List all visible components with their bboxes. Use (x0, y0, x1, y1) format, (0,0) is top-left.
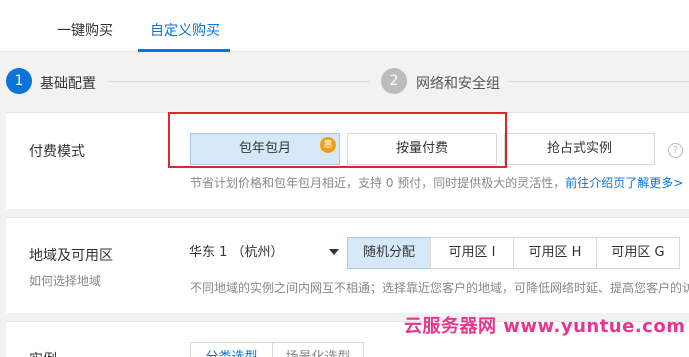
wizard-steps: 1 基础配置 2 网络和安全组 (0, 53, 689, 110)
help-icon[interactable]: ? (668, 143, 683, 158)
step-1-circle: 1 (6, 68, 32, 94)
option-pay-as-you-go[interactable]: 按量付费 (347, 133, 497, 165)
instance-label: 实例 (29, 349, 57, 357)
billing-description: 节省计划价格和包年包月相近，支持 0 预付，同时提供极大的灵活性，前往介绍页了解… (190, 174, 683, 191)
option-preemptible[interactable]: 抢占式实例 (504, 133, 655, 165)
step-1-label: 基础配置 (40, 76, 96, 92)
step-connector-tail (508, 81, 689, 82)
step-2-label[interactable]: 网络和安全组 (416, 73, 500, 93)
region-label: 地域及可用区 (29, 248, 113, 264)
purchase-tabs: 一键购买 自定义购买 (0, 0, 689, 52)
billing-description-text: 节省计划价格和包年包月相近，支持 0 预付，同时提供极大的灵活性， (190, 176, 566, 190)
zone-h[interactable]: 可用区 H (513, 237, 597, 269)
step-2-circle: 2 (381, 68, 407, 94)
active-tab-indicator (138, 49, 230, 52)
zone-random[interactable]: 随机分配 (347, 237, 431, 269)
region-description: 不同地域的实例之间内网互不相通；选择靠近您客户的地域，可降低网络时延、提高您客户… (190, 281, 689, 295)
discount-badge: 惠 (320, 137, 336, 153)
zone-g[interactable]: 可用区 G (596, 237, 680, 269)
chevron-down-icon (329, 249, 339, 255)
region-help-link[interactable]: 如何选择地域 (29, 272, 101, 289)
tab-quick-buy[interactable]: 一键购买 (57, 20, 113, 40)
step-connector (108, 81, 370, 82)
billing-label: 付费模式 (29, 144, 85, 160)
tab-category-select[interactable]: 分类选型 (190, 342, 273, 357)
learn-more-link[interactable]: 前往介绍页了解更多> (565, 176, 683, 190)
watermark: 云服务器网 www.yuntue.com (404, 316, 686, 337)
tab-custom-buy[interactable]: 自定义购买 (150, 20, 220, 40)
region-select[interactable]: 华东 1 （杭州） (189, 241, 343, 263)
tab-scenario-select[interactable]: 场景化选型 (272, 342, 364, 357)
zone-i[interactable]: 可用区 I (430, 237, 514, 269)
option-subscription[interactable]: 包年包月 (190, 133, 340, 165)
